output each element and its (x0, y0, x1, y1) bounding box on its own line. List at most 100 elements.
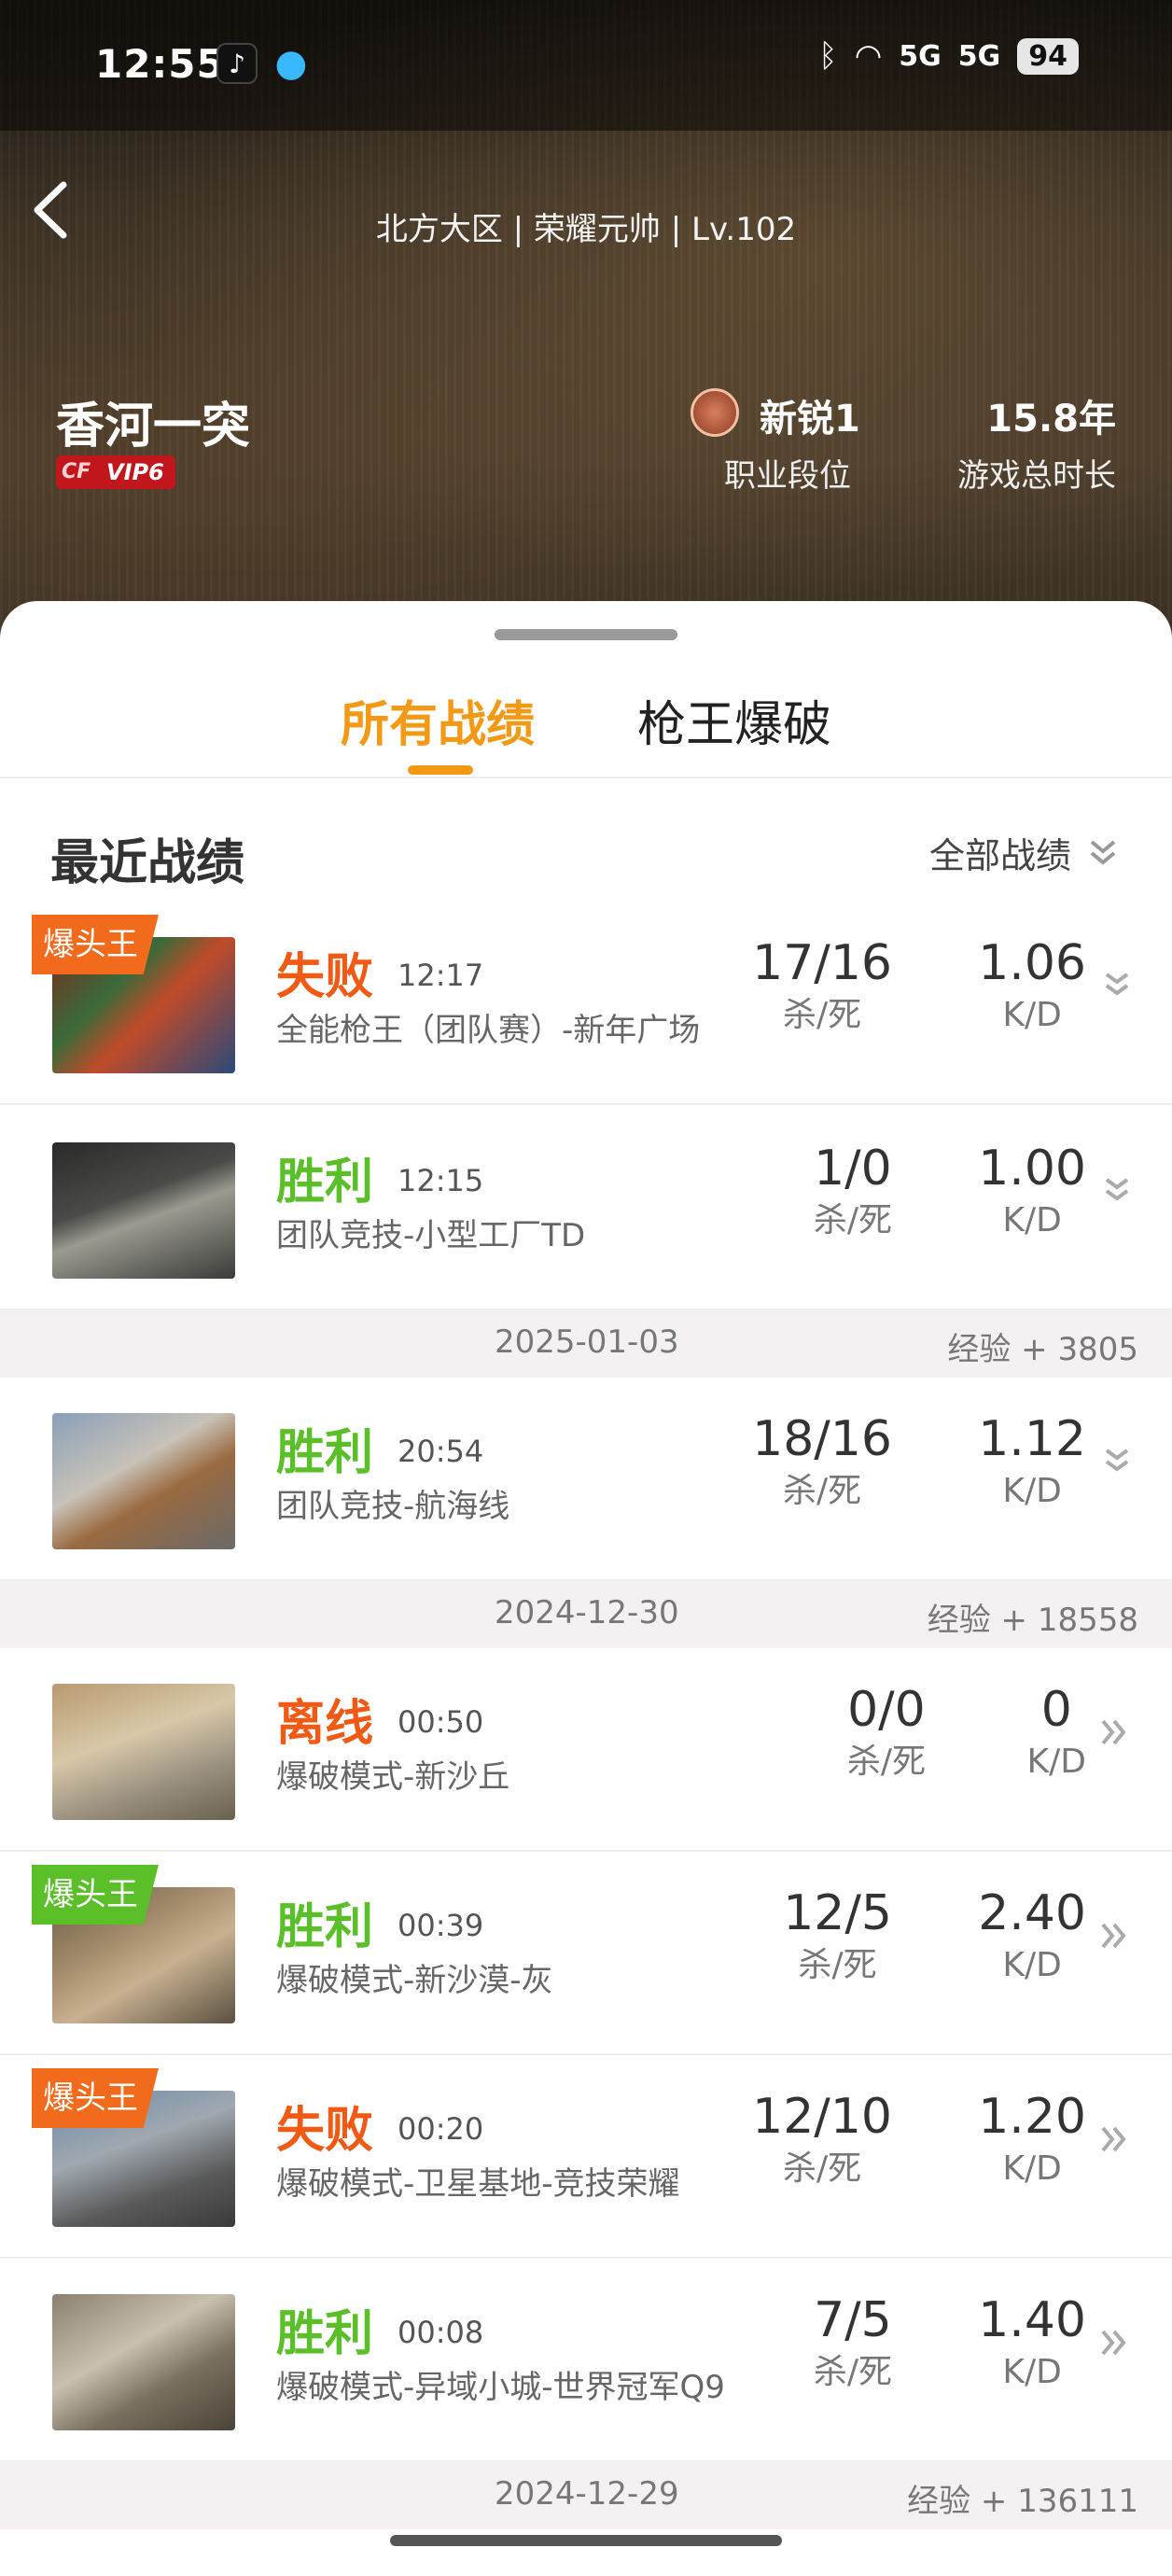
kill-death-label: 杀/死 (783, 2149, 862, 2188)
record-result: 失败 (276, 2103, 374, 2159)
record-result: 失败 (276, 949, 374, 1005)
date-divider: 2025-01-03 经验 + 3805 (0, 1310, 1172, 1378)
kill-death: 7/5 杀/死 (814, 2290, 892, 2395)
kd-ratio: 1.12 K/D (978, 1409, 1086, 1514)
tab-all-records[interactable]: 所有战绩 (341, 685, 535, 755)
record-mode: 团队竞技-小型工厂TD (276, 1217, 586, 1254)
tab-sniper-demolition[interactable]: 枪王爆破 (637, 685, 831, 755)
record-mode: 爆破模式-新沙漠-灰 (276, 1962, 553, 1999)
double-chevron-right-icon[interactable] (1097, 2324, 1131, 2361)
expand-chevron-icon[interactable] (1103, 1443, 1131, 1480)
record-result: 离线 (276, 1696, 374, 1752)
record-row[interactable]: 胜利 00:08 爆破模式-异域小城-世界冠军Q9 7/5 杀/死 1.40 K… (0, 2259, 1172, 2462)
status-bar: 12:55 ♪ ● ᛒ ◠ 5G 5G 94 (0, 0, 1172, 131)
date-label: 2025-01-03 (495, 1323, 679, 1361)
kd-ratio-label: K/D (1002, 2149, 1062, 2188)
kill-death: 1/0 杀/死 (814, 1139, 892, 1243)
record-row[interactable]: 爆头王 失败 12:17 全能枪王（团队赛）-新年广场 17/16 杀/死 1.… (0, 902, 1172, 1105)
kd-ratio: 1.20 K/D (978, 2087, 1086, 2191)
filter-dropdown[interactable]: 全部战绩 (929, 827, 1122, 878)
kd-ratio-value: 2.40 (978, 1885, 1086, 1941)
kd-ratio-label: K/D (1002, 2353, 1062, 2391)
record-time: 20:54 (398, 1434, 484, 1469)
section-title: 最近战绩 (50, 835, 245, 891)
kd-ratio-value: 1.40 (978, 2292, 1086, 2348)
bluetooth-icon: ᛒ (818, 37, 838, 75)
record-time: 00:39 (398, 1908, 484, 1943)
record-row[interactable]: 离线 00:50 爆破模式-新沙丘 0/0 杀/死 0 K/D (0, 1648, 1172, 1852)
expand-chevron-icon[interactable] (1103, 967, 1131, 1004)
rank-label: 职业段位 (724, 457, 851, 495)
record-time: 12:17 (398, 958, 484, 993)
record-mode: 全能枪王（团队赛）-新年广场 (276, 1012, 701, 1049)
double-chevron-right-icon[interactable] (1097, 1714, 1131, 1751)
vip-badge: CF VIP6 (56, 455, 175, 489)
kill-death-label: 杀/死 (813, 1201, 892, 1239)
double-chevron-down-icon (1090, 839, 1116, 865)
section-header: 最近战绩 全部战绩 (0, 778, 1172, 900)
kd-ratio: 2.40 K/D (978, 1883, 1086, 1988)
rank-value: 新锐1 (760, 398, 860, 441)
kd-ratio: 1.00 K/D (978, 1139, 1086, 1243)
map-thumbnail (52, 2294, 235, 2430)
drag-handle[interactable] (495, 629, 677, 640)
play-time-value: 15.8年 (986, 398, 1116, 441)
record-mode: 爆破模式-新沙丘 (276, 1758, 510, 1796)
play-time-label: 游戏总时长 (957, 457, 1116, 495)
kill-death-value: 0/0 (847, 1682, 926, 1738)
kd-ratio-value: 1.06 (978, 935, 1086, 991)
kd-ratio: 0 K/D (1027, 1680, 1086, 1785)
battery-icon: 94 (1017, 37, 1079, 75)
double-chevron-right-icon[interactable] (1097, 2121, 1131, 2158)
vip-label: VIP6 (106, 459, 164, 485)
record-mode: 团队竞技-航海线 (276, 1488, 510, 1525)
record-time: 00:08 (398, 2315, 484, 2350)
map-thumbnail (52, 1684, 235, 1820)
status-icons: ᛒ ◠ 5G 5G 94 (818, 37, 1079, 75)
kill-death-value: 18/16 (752, 1411, 892, 1467)
kill-death: 12/10 杀/死 (752, 2087, 892, 2191)
kd-ratio-value: 1.12 (978, 1411, 1086, 1467)
kill-death-value: 12/5 (783, 1885, 892, 1941)
exp-label: 经验 + 136111 (907, 2483, 1138, 2520)
signal-icon: 5G (899, 39, 942, 73)
home-indicator[interactable] (390, 2535, 782, 2546)
active-tab-indicator (408, 765, 473, 775)
kill-death: 18/16 杀/死 (752, 1409, 892, 1514)
kill-death: 17/16 杀/死 (752, 933, 892, 1038)
kill-death-value: 17/16 (752, 935, 892, 991)
record-result: 胜利 (276, 1899, 374, 1955)
kd-ratio: 1.40 K/D (978, 2290, 1086, 2395)
date-label: 2024-12-30 (495, 1594, 679, 1631)
record-result: 胜利 (276, 1155, 374, 1211)
kill-death-label: 杀/死 (846, 1743, 926, 1781)
cf-logo-icon: CF (62, 460, 91, 483)
map-thumbnail (52, 1142, 235, 1279)
expand-chevron-icon[interactable] (1103, 1172, 1131, 1210)
kill-death-label: 杀/死 (798, 1946, 877, 1984)
filter-label: 全部战绩 (928, 835, 1071, 876)
rank-medal-icon (691, 388, 739, 437)
tiktok-icon: ♪ (216, 43, 258, 84)
status-time: 12:55 (95, 41, 225, 87)
kill-death-value: 1/0 (814, 1141, 892, 1197)
map-thumbnail (52, 1413, 235, 1549)
kill-death-label: 杀/死 (783, 1472, 862, 1510)
kd-ratio-value: 1.20 (978, 2089, 1086, 2145)
date-divider: 2024-12-30 经验 + 18558 (0, 1581, 1172, 1648)
qq-icon: ● (274, 42, 308, 85)
record-row[interactable]: 胜利 20:54 团队竞技-航海线 18/16 杀/死 1.12 K/D (0, 1378, 1172, 1581)
record-time: 00:50 (398, 1704, 484, 1740)
record-mode: 爆破模式-异域小城-世界冠军Q9 (276, 2369, 725, 2406)
kill-death: 0/0 杀/死 (847, 1680, 926, 1785)
record-row[interactable]: 胜利 12:15 团队竞技-小型工厂TD 1/0 杀/死 1.00 K/D (0, 1107, 1172, 1310)
double-chevron-right-icon[interactable] (1097, 1917, 1131, 1954)
kd-ratio-label: K/D (1002, 1201, 1062, 1239)
signal-icon: 5G (957, 39, 1001, 73)
date-label: 2024-12-29 (495, 2475, 679, 2513)
record-row[interactable]: 爆头王 胜利 00:39 爆破模式-新沙漠-灰 12/5 杀/死 2.40 K/… (0, 1852, 1172, 2055)
record-result: 胜利 (276, 2306, 374, 2362)
record-row[interactable]: 爆头王 失败 00:20 爆破模式-卫星基地-竞技荣耀 12/10 杀/死 1.… (0, 2055, 1172, 2259)
date-divider: 2024-12-29 经验 + 136111 (0, 2462, 1172, 2529)
player-name: 香河一突 (56, 399, 251, 455)
